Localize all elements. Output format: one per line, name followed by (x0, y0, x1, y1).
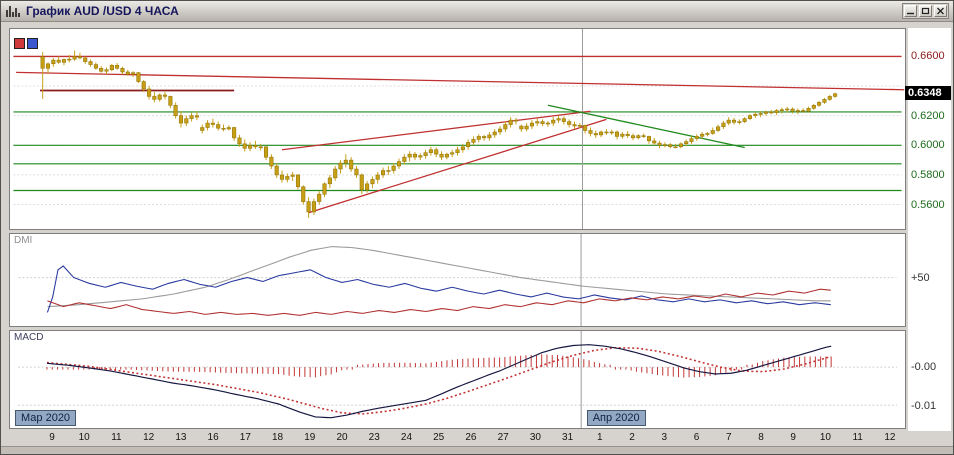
date-label: 18 (272, 432, 283, 443)
price-tick-label: 0.6200 (911, 110, 945, 122)
close-button[interactable] (934, 5, 947, 17)
time-axis[interactable]: 9101112131617181920232425262730311236789… (9, 431, 906, 446)
date-label: 7 (726, 432, 732, 443)
price-tick-label: 0.6600 (911, 50, 945, 62)
macd-panel[interactable] (9, 330, 906, 429)
date-label: 31 (562, 432, 573, 443)
date-label: 11 (111, 432, 121, 443)
dmi-panel[interactable] (9, 233, 906, 327)
date-label: 27 (498, 432, 509, 443)
restore-button[interactable] (919, 5, 932, 17)
minimize-button[interactable] (904, 5, 917, 17)
month-badge-april: Апр 2020 (587, 410, 646, 426)
price-tick-label: 0.5600 (911, 199, 945, 211)
price-chart-panel[interactable] (9, 28, 906, 230)
date-label: 24 (401, 432, 412, 443)
date-label: 9 (790, 432, 796, 443)
date-label: 1 (597, 432, 603, 443)
date-label: 11 (852, 432, 862, 443)
date-label: 26 (465, 432, 476, 443)
date-label: 23 (369, 432, 380, 443)
date-label: 6 (694, 432, 700, 443)
date-label: 12 (884, 432, 895, 443)
macd-level-label: -0.00 (911, 361, 936, 373)
red-object-button[interactable] (14, 38, 25, 49)
date-label: 10 (820, 432, 831, 443)
date-label: 8 (758, 432, 764, 443)
date-label: 30 (530, 432, 541, 443)
window-controls (902, 3, 949, 19)
titlebar[interactable]: График AUD /USD 4 ЧАСА (1, 1, 953, 22)
date-label: 16 (208, 432, 219, 443)
date-label: 3 (662, 432, 668, 443)
date-label: 19 (304, 432, 315, 443)
blue-object-button[interactable] (27, 38, 38, 49)
chart-icon (5, 5, 21, 18)
date-label: 13 (175, 432, 186, 443)
window-title: График AUD /USD 4 ЧАСА (26, 4, 179, 18)
window-bottom-edge (1, 446, 953, 454)
macd-level-label: -0.01 (911, 400, 936, 412)
chart-window: График AUD /USD 4 ЧАСА DMI MACD 0.66000.… (0, 0, 954, 455)
current-price-tag: 0.6348 (905, 86, 951, 100)
date-label: 2 (629, 432, 635, 443)
price-axis[interactable]: 0.6600 0.6200 0.6000 0.5800 0.5600 0.6348 +50 -… (908, 28, 951, 431)
date-label: 20 (336, 432, 347, 443)
price-tick-label: 0.6000 (911, 139, 945, 151)
dmi-level-label: +50 (911, 272, 930, 284)
date-label: 9 (49, 432, 55, 443)
date-label: 25 (433, 432, 444, 443)
price-tick-label: 0.5800 (911, 169, 945, 181)
date-label: 12 (143, 432, 154, 443)
date-label: 10 (79, 432, 90, 443)
macd-indicator-label: MACD (14, 332, 43, 343)
month-badge-march: Мар 2020 (15, 410, 76, 426)
dmi-indicator-label: DMI (14, 235, 32, 246)
date-label: 17 (240, 432, 251, 443)
